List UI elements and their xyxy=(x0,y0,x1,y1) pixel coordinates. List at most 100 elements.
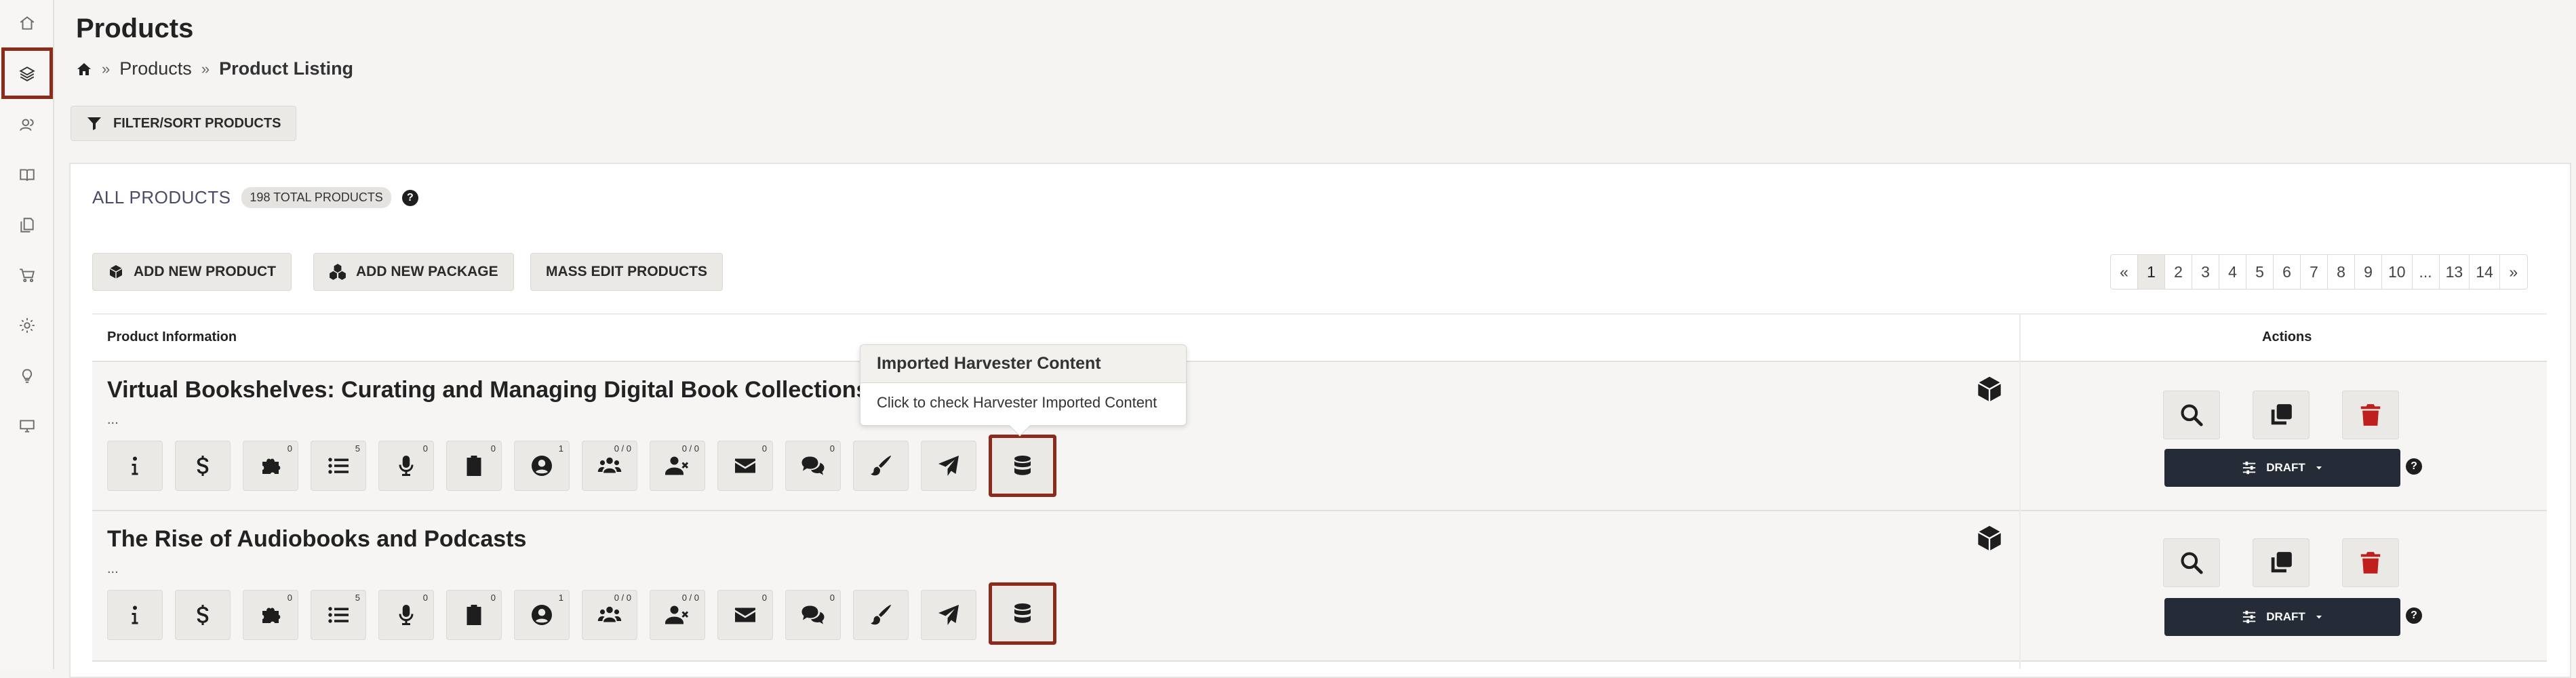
page-1[interactable]: 1 xyxy=(2138,255,2165,289)
status-help-icon[interactable]: ? xyxy=(2406,607,2422,624)
design-button[interactable] xyxy=(853,441,909,491)
comments-count: 0 xyxy=(829,443,835,454)
publish-button[interactable] xyxy=(921,441,976,491)
info-button[interactable] xyxy=(107,441,163,491)
sidebar-item-products[interactable] xyxy=(1,47,53,99)
page-title: Products xyxy=(76,14,194,43)
harvester-content-button[interactable] xyxy=(989,582,1056,645)
messages-count: 0 xyxy=(761,593,767,603)
clipboard-button[interactable]: 0 xyxy=(446,590,502,640)
page-10[interactable]: 10 xyxy=(2382,255,2413,289)
sidebar-item-users[interactable] xyxy=(8,106,46,144)
extras-button[interactable]: 0 xyxy=(243,590,298,640)
contributors-button[interactable]: 1 xyxy=(514,590,570,640)
status-dropdown[interactable]: DRAFT xyxy=(2164,598,2400,636)
table-header xyxy=(92,313,2547,362)
audio-button[interactable]: 0 xyxy=(378,590,434,640)
caret-down-icon xyxy=(2316,616,2322,619)
clipboard-icon xyxy=(467,456,481,476)
groups-button[interactable]: 0 / 0 xyxy=(582,590,637,640)
add-new-product-label: ADD NEW PRODUCT xyxy=(134,264,276,279)
publish-button[interactable] xyxy=(921,590,976,640)
brush-icon xyxy=(871,456,891,476)
copy-icon xyxy=(2271,404,2292,425)
help-icon[interactable]: ? xyxy=(401,189,418,206)
user-circle-icon xyxy=(532,605,552,625)
sidebar-item-settings[interactable] xyxy=(8,306,46,344)
messages-button[interactable]: 0 xyxy=(717,590,773,640)
sidebar-item-library[interactable] xyxy=(8,156,46,194)
puzzle-icon xyxy=(262,458,281,474)
page-14[interactable]: 14 xyxy=(2470,255,2500,289)
page-prev[interactable]: « xyxy=(2111,255,2138,289)
database-icon xyxy=(1014,456,1031,475)
page-5[interactable]: 5 xyxy=(2246,255,2274,289)
status-help-icon[interactable]: ? xyxy=(2406,458,2422,475)
delete-button[interactable] xyxy=(2342,391,2399,439)
clipboard-count: 0 xyxy=(490,443,496,454)
design-button[interactable] xyxy=(853,590,909,640)
filter-icon xyxy=(87,117,101,130)
users-group-icon xyxy=(597,457,622,473)
sliders-icon xyxy=(2243,610,2256,624)
sidebar-item-ideas[interactable] xyxy=(8,357,46,395)
chapters-count: 5 xyxy=(355,443,360,454)
sidebar-item-cart[interactable] xyxy=(8,256,46,294)
pricing-button[interactable] xyxy=(175,441,231,491)
filter-sort-button[interactable]: FILTER/SORT PRODUCTS xyxy=(71,106,297,141)
trash-icon xyxy=(2360,552,2381,574)
duplicate-button[interactable] xyxy=(2253,391,2310,439)
extras-count: 0 xyxy=(287,593,292,603)
view-button[interactable] xyxy=(2163,538,2220,587)
total-products-badge: 198 TOTAL PRODUCTS xyxy=(241,187,391,208)
sidebar-item-home[interactable] xyxy=(8,4,46,42)
page-6[interactable]: 6 xyxy=(2274,255,2301,289)
page-2[interactable]: 2 xyxy=(2165,255,2192,289)
status-label: DRAFT xyxy=(2266,610,2305,623)
sliders-icon xyxy=(2243,461,2256,475)
duplicate-button[interactable] xyxy=(2253,538,2310,587)
layers-icon xyxy=(19,66,35,81)
clipboard-button[interactable]: 0 xyxy=(446,441,502,491)
chapters-button[interactable]: 5 xyxy=(311,441,366,491)
removed-users-button[interactable]: 0 / 0 xyxy=(650,590,705,640)
page-13[interactable]: 13 xyxy=(2440,255,2470,289)
status-dropdown[interactable]: DRAFT xyxy=(2164,449,2400,487)
page-3[interactable]: 3 xyxy=(2192,255,2219,289)
product-title[interactable]: The Rise of Audiobooks and Podcasts xyxy=(107,526,526,553)
page-next[interactable]: » xyxy=(2500,255,2527,289)
contributors-button[interactable]: 1 xyxy=(514,441,570,491)
page-7[interactable]: 7 xyxy=(2301,255,2328,289)
contributors-count: 1 xyxy=(558,443,563,454)
copy-icon xyxy=(2271,552,2292,573)
add-new-product-button[interactable]: ADD NEW PRODUCT xyxy=(92,253,292,291)
product-title[interactable]: Virtual Bookshelves: Curating and Managi… xyxy=(107,377,869,403)
breadcrumb-products[interactable]: Products xyxy=(119,58,192,79)
page-8[interactable]: 8 xyxy=(2328,255,2355,289)
page-9[interactable]: 9 xyxy=(2355,255,2382,289)
comments-button[interactable]: 0 xyxy=(785,590,841,640)
view-button[interactable] xyxy=(2163,391,2220,439)
delete-button[interactable] xyxy=(2342,538,2399,587)
lightbulb-icon xyxy=(22,369,33,383)
microphone-icon xyxy=(399,456,414,476)
sidebar-item-documents[interactable] xyxy=(8,206,46,244)
add-new-package-button[interactable]: ADD NEW PACKAGE xyxy=(313,253,514,291)
pricing-button[interactable] xyxy=(175,590,231,640)
page-4[interactable]: 4 xyxy=(2219,255,2246,289)
messages-button[interactable]: 0 xyxy=(717,441,773,491)
home-icon[interactable] xyxy=(76,61,92,77)
mass-edit-products-button[interactable]: MASS EDIT PRODUCTS xyxy=(530,253,724,291)
groups-button[interactable]: 0 / 0 xyxy=(582,441,637,491)
product-description: ... xyxy=(107,561,119,576)
sidebar-item-display[interactable] xyxy=(8,407,46,445)
audio-button[interactable]: 0 xyxy=(378,441,434,491)
chapters-button[interactable]: 5 xyxy=(311,590,366,640)
list-icon xyxy=(328,607,349,623)
extras-button[interactable]: 0 xyxy=(243,441,298,491)
harvester-content-button[interactable] xyxy=(989,435,1056,497)
info-button[interactable] xyxy=(107,590,163,640)
cubes-icon xyxy=(330,264,346,280)
removed-users-button[interactable]: 0 / 0 xyxy=(650,441,705,491)
comments-button[interactable]: 0 xyxy=(785,441,841,491)
